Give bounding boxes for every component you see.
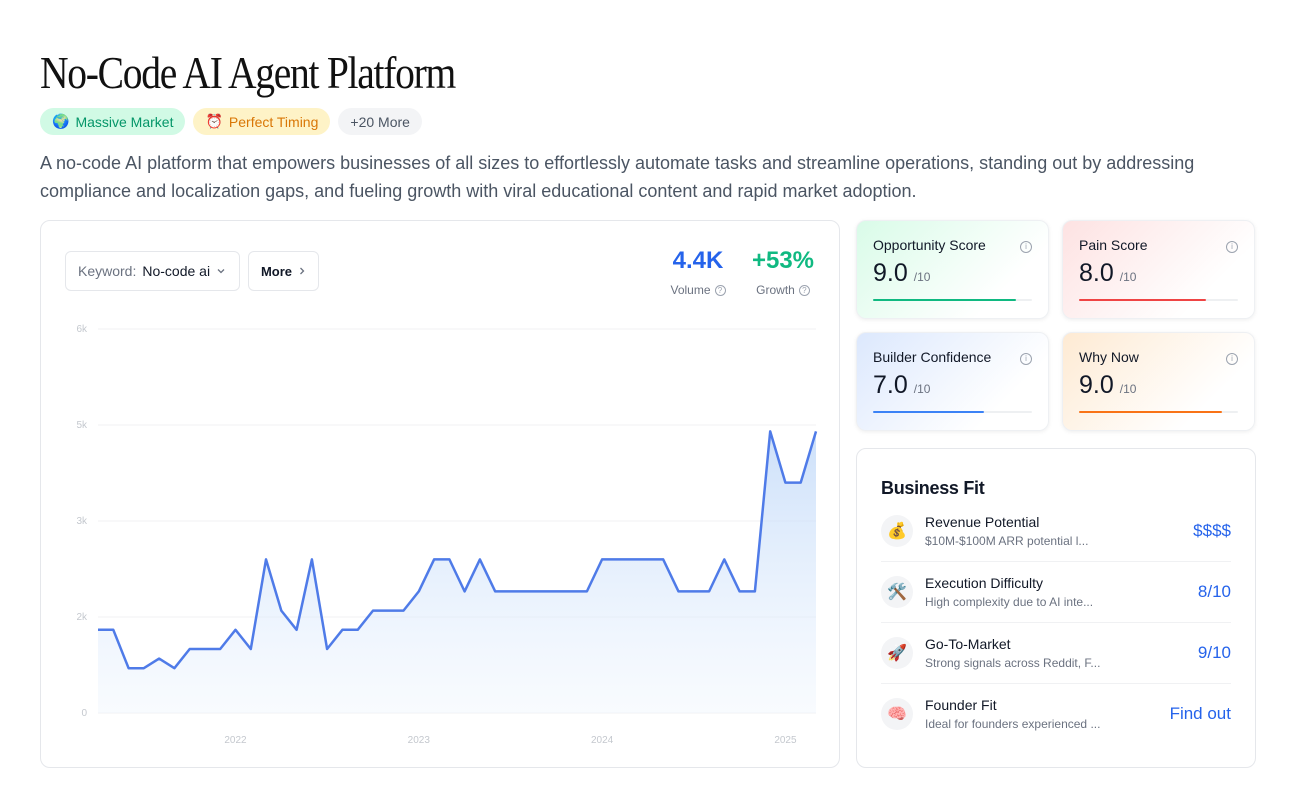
fit-row-detail: Strong signals across Reddit, F...: [925, 656, 1101, 670]
more-badges-button[interactable]: +20 More: [338, 108, 422, 135]
business-fit-title: Business Fit: [881, 478, 985, 498]
why-now-card[interactable]: Why Now 9.0/10 i: [1062, 332, 1255, 431]
fit-row-name: Execution Difficulty: [925, 575, 1044, 591]
badge-list: 🌍 Massive Market ⏰ Perfect Timing +20 Mo…: [40, 108, 422, 135]
info-icon[interactable]: i: [1226, 353, 1238, 365]
score-denominator: /10: [1119, 270, 1137, 284]
x-tick-label: 2025: [774, 735, 797, 746]
fit-row-detail: $10M-$100M ARR potential l...: [925, 534, 1089, 548]
fit-row-name: Revenue Potential: [925, 514, 1040, 530]
fit-row-founder-fit[interactable]: 🧠 Founder Fit Ideal for founders experie…: [881, 683, 1231, 744]
score-title: Opportunity Score: [873, 237, 986, 253]
trend-area: [98, 431, 816, 713]
info-icon[interactable]: i: [1020, 353, 1032, 365]
score-denominator: /10: [1119, 382, 1137, 396]
x-tick-label: 2022: [224, 735, 247, 746]
money-bag-icon: 💰: [881, 515, 913, 547]
badge-label: +20 More: [350, 113, 410, 130]
y-tick-label: 2k: [76, 612, 88, 623]
opportunity-score-card[interactable]: Opportunity Score 9.0/10 i: [856, 220, 1049, 319]
builder-confidence-card[interactable]: Builder Confidence 7.0/10 i: [856, 332, 1049, 431]
score-title: Why Now: [1079, 349, 1139, 365]
y-tick-label: 0: [81, 708, 87, 719]
fit-row-value: 8/10: [1197, 582, 1231, 601]
score-value: 7.0: [873, 371, 908, 399]
score-denominator: /10: [913, 270, 931, 284]
badge-perfect-timing[interactable]: ⏰ Perfect Timing: [193, 108, 331, 135]
rocket-icon: 🚀: [881, 637, 913, 669]
info-icon[interactable]: i: [1226, 241, 1238, 253]
score-progress-track: [1079, 411, 1238, 413]
x-tick-label: 2023: [408, 735, 431, 746]
business-fit-card: Business Fit 💰 Revenue Potential $10M-$1…: [856, 448, 1256, 768]
score-value: 8.0: [1079, 259, 1114, 287]
tools-icon: 🛠️: [881, 576, 913, 608]
badge-massive-market[interactable]: 🌍 Massive Market: [40, 108, 186, 135]
score-progress-fill: [873, 299, 1017, 301]
score-progress-track: [873, 411, 1032, 413]
fit-row-value: $$$$: [1193, 521, 1231, 540]
score-title: Pain Score: [1079, 237, 1148, 253]
fit-row-name: Go-To-Market: [925, 636, 1011, 652]
score-title: Builder Confidence: [873, 349, 992, 365]
fit-row-value: 9/10: [1197, 643, 1231, 662]
score-value: 9.0: [873, 259, 908, 287]
y-tick-label: 5k: [76, 420, 88, 431]
badge-label: Perfect Timing: [228, 113, 319, 130]
fit-row-go-to-market[interactable]: 🚀 Go-To-Market Strong signals across Red…: [881, 623, 1231, 684]
globe-icon: 🌍: [52, 113, 70, 129]
score-denominator: /10: [913, 382, 931, 396]
page-title: No-Code AI Agent Platform: [40, 47, 456, 98]
badge-label: Massive Market: [75, 113, 174, 130]
info-icon[interactable]: i: [1020, 241, 1032, 253]
fit-row-revenue-potential[interactable]: 💰 Revenue Potential $10M-$100M ARR poten…: [881, 501, 1231, 562]
score-progress-fill: [1079, 299, 1207, 301]
score-value: 9.0: [1079, 371, 1114, 399]
score-progress-track: [1079, 299, 1238, 301]
trend-chart: 0 2k 3k 5k 6k 2022 2023 2024 2025: [76, 324, 818, 746]
score-progress-fill: [873, 411, 985, 413]
x-tick-label: 2024: [591, 735, 614, 746]
page-description: A no-code AI platform that empowers busi…: [40, 153, 1195, 201]
alarm-clock-icon: ⏰: [205, 113, 223, 129]
y-tick-label: 3k: [76, 516, 88, 527]
fit-row-execution-difficulty[interactable]: 🛠️ Execution Difficulty High complexity …: [881, 562, 1231, 623]
brain-icon: 🧠: [881, 697, 913, 730]
fit-row-detail: Ideal for founders experienced ...: [925, 716, 1101, 731]
fit-row-detail: High complexity due to AI inte...: [925, 595, 1094, 609]
pain-score-card[interactable]: Pain Score 8.0/10 i: [1062, 220, 1255, 319]
trend-chart-card: Keyword: No-code ai More 4.4K Volume? +5…: [40, 220, 840, 768]
score-progress-fill: [1079, 411, 1223, 413]
fit-row-name: Founder Fit: [925, 696, 997, 713]
find-out-link[interactable]: Find out: [1170, 704, 1231, 724]
y-tick-label: 6k: [76, 324, 88, 335]
score-progress-track: [873, 299, 1032, 301]
